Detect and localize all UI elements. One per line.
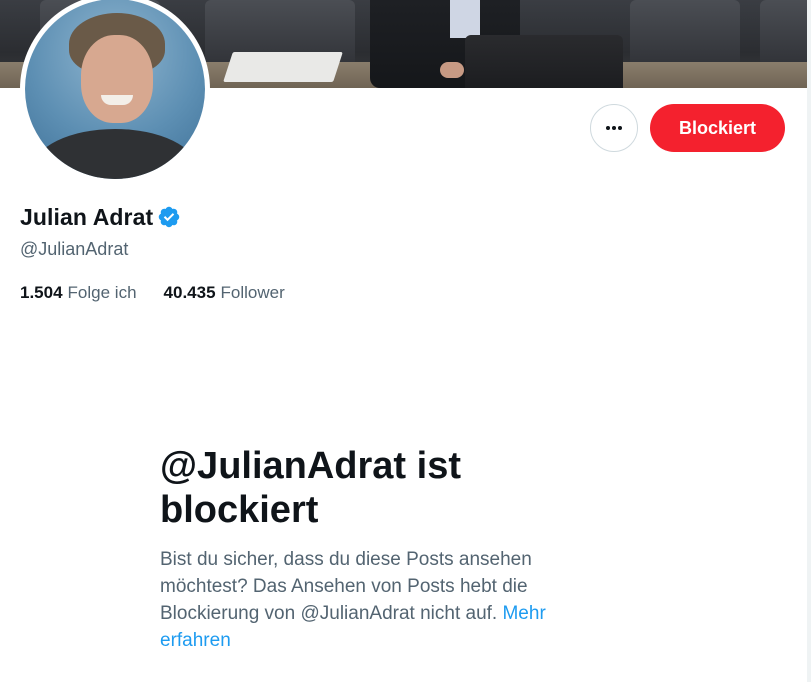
more-options-button[interactable] bbox=[590, 104, 638, 152]
display-name-row: Julian Adrat bbox=[20, 202, 181, 232]
following-link[interactable]: 1.504 Folge ich bbox=[20, 283, 137, 303]
blocked-description-text: Bist du sicher, dass du diese Posts anse… bbox=[160, 549, 532, 624]
followers-count: 40.435 bbox=[163, 283, 216, 302]
profile-avatar[interactable] bbox=[20, 0, 210, 184]
profile-handle: @JulianAdrat bbox=[20, 239, 129, 259]
following-label: Folge ich bbox=[67, 283, 137, 302]
column-divider bbox=[807, 0, 811, 682]
blocked-description: Bist du sicher, dass du diese Posts anse… bbox=[160, 546, 585, 654]
display-name: Julian Adrat bbox=[20, 203, 154, 230]
blocked-title: @JulianAdrat ist blockiert bbox=[160, 445, 461, 531]
verified-badge-icon[interactable] bbox=[157, 205, 181, 229]
blocked-button[interactable]: Blockiert bbox=[650, 104, 785, 152]
more-horizontal-icon bbox=[606, 126, 622, 130]
followers-label: Follower bbox=[220, 283, 285, 302]
profile-stats: 1.504 Folge ich 40.435 Follower bbox=[20, 283, 285, 303]
following-count: 1.504 bbox=[20, 283, 63, 302]
blocked-notice: @JulianAdrat ist blockiert Bist du siche… bbox=[160, 444, 600, 654]
profile-page: Blockiert Julian Adrat @JulianAdrat 1.50… bbox=[0, 0, 811, 682]
followers-link[interactable]: 40.435 Follower bbox=[164, 283, 285, 303]
